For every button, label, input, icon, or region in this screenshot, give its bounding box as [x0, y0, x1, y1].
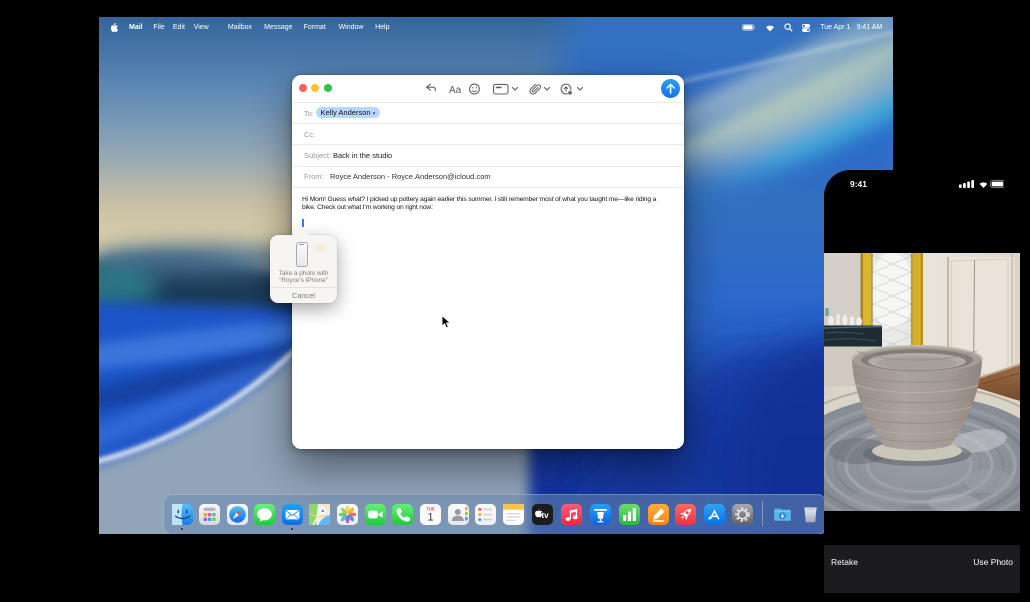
svg-text:Aa: Aa	[449, 85, 462, 96]
svg-text:1: 1	[427, 512, 433, 524]
svg-text:tv: tv	[541, 511, 549, 520]
